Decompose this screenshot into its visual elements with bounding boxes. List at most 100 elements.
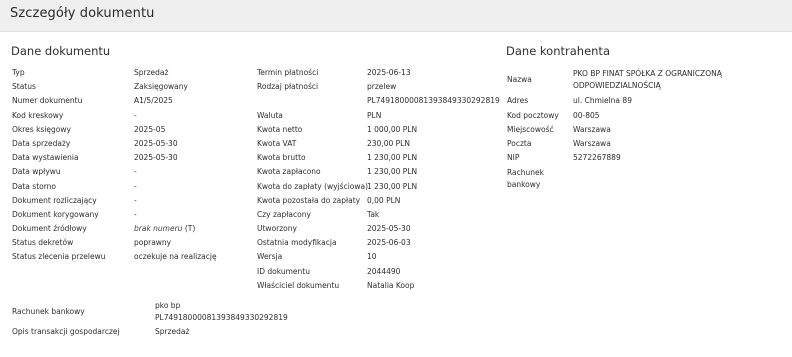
detail-label: Kwota brutto — [257, 153, 306, 163]
contractor-post: Warszawa — [573, 138, 611, 148]
label: Nazwa — [507, 75, 532, 85]
detail-label: Status zlecenia przelewu — [12, 252, 106, 262]
bank-label-line2: bankowy — [507, 180, 541, 190]
detail-label: Dokument rozliczający — [12, 195, 97, 205]
detail-value: 2025-05-30 — [134, 138, 178, 148]
detail-value: poprawny — [134, 238, 172, 248]
detail-label: Kod kreskowy — [12, 110, 64, 120]
detail-value: - — [134, 110, 137, 120]
contractor-address: ul. Chmielna 89 — [573, 96, 632, 106]
detail-label: Kwota netto — [257, 124, 303, 134]
detail-row: Okres księgowy 2025-05 — [11, 123, 217, 137]
detail-value: 230,00 PLN — [367, 138, 410, 148]
contractor-postal-row: Kod pocztowy 00-805 — [507, 109, 722, 123]
detail-label: Kwota VAT — [257, 138, 297, 148]
detail-value: 2025-05 — [134, 124, 166, 134]
contractor-name-line2: ODPOWIEDZIALNOŚCIĄ — [573, 81, 661, 90]
detail-row: Kwota brutto 1 230,00 PLN — [256, 151, 500, 165]
detail-label: Rodzaj płatności — [257, 82, 319, 92]
detail-value: 1 230,00 PLN — [367, 167, 418, 177]
document-details-col2: Termin płatności 2025-06-13 Rodzaj płatnoś… — [256, 66, 500, 293]
detail-value: - — [134, 195, 137, 205]
detail-value: oczekuje na realizację — [134, 252, 217, 262]
detail-row: Kwota netto 1 000,00 PLN — [256, 123, 500, 137]
detail-label: Termin płatności — [257, 68, 319, 77]
detail-label: Numer dokumentu — [12, 96, 83, 106]
detail-label: Okres księgowy — [12, 124, 71, 134]
bank-account-label: Rachunek bankowy — [12, 307, 85, 316]
detail-label: Data storno — [12, 181, 57, 191]
detail-label: Status dekretów — [12, 238, 74, 248]
detail-row: Data wystawienia 2025-05-30 — [11, 151, 217, 165]
detail-row: Data storno - — [11, 180, 217, 194]
contractor-post-row: Poczta Warszawa — [507, 137, 722, 151]
detail-value: 2025-05-30 — [134, 153, 178, 163]
detail-row: Czy zapłacony Tak — [256, 208, 500, 222]
detail-value: - — [134, 209, 137, 219]
detail-label — [256, 94, 367, 108]
contractor-name-row: Nazwa PKO BP FINAT SPÓŁKA Z OGRANICZONĄ … — [507, 66, 722, 94]
detail-row: Właściciel dokumentu Natalia Koop — [256, 279, 500, 293]
detail-value-suffix: (T) — [182, 224, 196, 234]
transaction-description-label: Opis transakcji gospodarczej — [12, 327, 120, 336]
detail-row: Data wpływu - — [11, 165, 217, 179]
detail-value: A1/5/2025 — [134, 96, 173, 106]
detail-label: Dokument źródłowy — [12, 224, 87, 234]
detail-value-main: brak numeru — [134, 224, 183, 234]
detail-value: 0,00 PLN — [367, 195, 401, 205]
detail-value: Zaksięgowany — [134, 82, 188, 92]
detail-value: PLN — [367, 110, 382, 120]
detail-row: Utworzony 2025-05-30 — [256, 222, 500, 236]
detail-value: przelew — [367, 82, 397, 92]
detail-label: ID dokumentu — [257, 266, 310, 276]
label: Adres — [507, 96, 529, 106]
detail-label: Data wystawienia — [12, 153, 79, 163]
contractor-city: Warszawa — [573, 124, 611, 134]
detail-row: Typ Sprzedaż — [11, 66, 217, 80]
detail-value: Sprzedaż — [134, 68, 169, 77]
detail-value: Natalia Koop — [367, 280, 415, 290]
detail-row: Wersja 10 — [256, 250, 500, 264]
detail-row: Dokument źródłowy brak numeru (T) — [11, 222, 217, 236]
detail-row: Kwota VAT 230,00 PLN — [256, 137, 500, 151]
detail-label: Kwota do zapłaty (wyjściowa) — [257, 181, 369, 191]
bank-name: pko bp — [155, 301, 181, 310]
detail-row: PL74918000081393849330292819 — [256, 94, 500, 108]
detail-value: 1 230,00 PLN — [367, 181, 418, 191]
contractor-city-row: Miejscowość Warszawa — [507, 123, 722, 137]
detail-value: 1 230,00 PLN — [367, 153, 418, 163]
detail-label: Kwota zapłacono — [257, 167, 321, 177]
detail-row: Dokument rozliczający - — [11, 194, 217, 208]
detail-label: Wersja — [257, 252, 283, 262]
document-details-col1: Typ Sprzedaż Status Zaksięgowany Numer dokum… — [11, 66, 217, 265]
transaction-description-value: Sprzedaż — [155, 327, 190, 336]
contractor-nip: 5272267889 — [573, 153, 621, 163]
detail-row: Dokument korygowany - — [11, 208, 217, 222]
contractor-bank-row: Rachunek bankowy — [507, 165, 722, 193]
label: Kod pocztowy — [507, 110, 559, 120]
contractor-name: PKO BP FINAT SPÓŁKA Z OGRANICZONĄ ODPOWI… — [573, 66, 722, 94]
detail-row: Kwota do zapłaty (wyjściowa) 1 230,00 PLN — [256, 180, 500, 194]
detail-label: Utworzony — [257, 224, 297, 234]
detail-label: Status — [12, 82, 36, 92]
detail-label: Data sprzedaży — [12, 138, 71, 148]
page-header: Szczegóły dokumentu — [0, 0, 792, 32]
detail-label: Data wpływu — [12, 167, 61, 177]
detail-row: Data sprzedaży 2025-05-30 — [11, 137, 217, 151]
detail-row: Status zlecenia przelewu oczekuje na real… — [11, 250, 217, 264]
contractor-nip-row: NIP 5272267889 — [507, 151, 722, 165]
detail-row: Kwota pozostała do zapłaty 0,00 PLN — [256, 194, 500, 208]
detail-row: Status dekretów poprawny — [11, 236, 217, 250]
label: Rachunek bankowy — [507, 167, 573, 193]
detail-value: - — [134, 167, 137, 177]
label: NIP — [507, 153, 520, 163]
bank-account-value: pko bp PL74918000081393849330292819 — [155, 300, 288, 324]
detail-value: brak numeru (T) — [134, 222, 195, 236]
detail-value: 1 000,00 PLN — [367, 124, 418, 134]
detail-label: Właściciel dokumentu — [257, 280, 340, 290]
detail-row: Kwota zapłacono 1 230,00 PLN — [256, 165, 500, 179]
bank-label-line1: Rachunek — [507, 168, 544, 178]
detail-row: Ostatnia modyfikacja 2025-06-03 — [256, 236, 500, 250]
detail-label: Czy zapłacony — [257, 209, 311, 219]
contractor-name-line1: PKO BP FINAT SPÓŁKA Z OGRANICZONĄ — [573, 69, 722, 78]
